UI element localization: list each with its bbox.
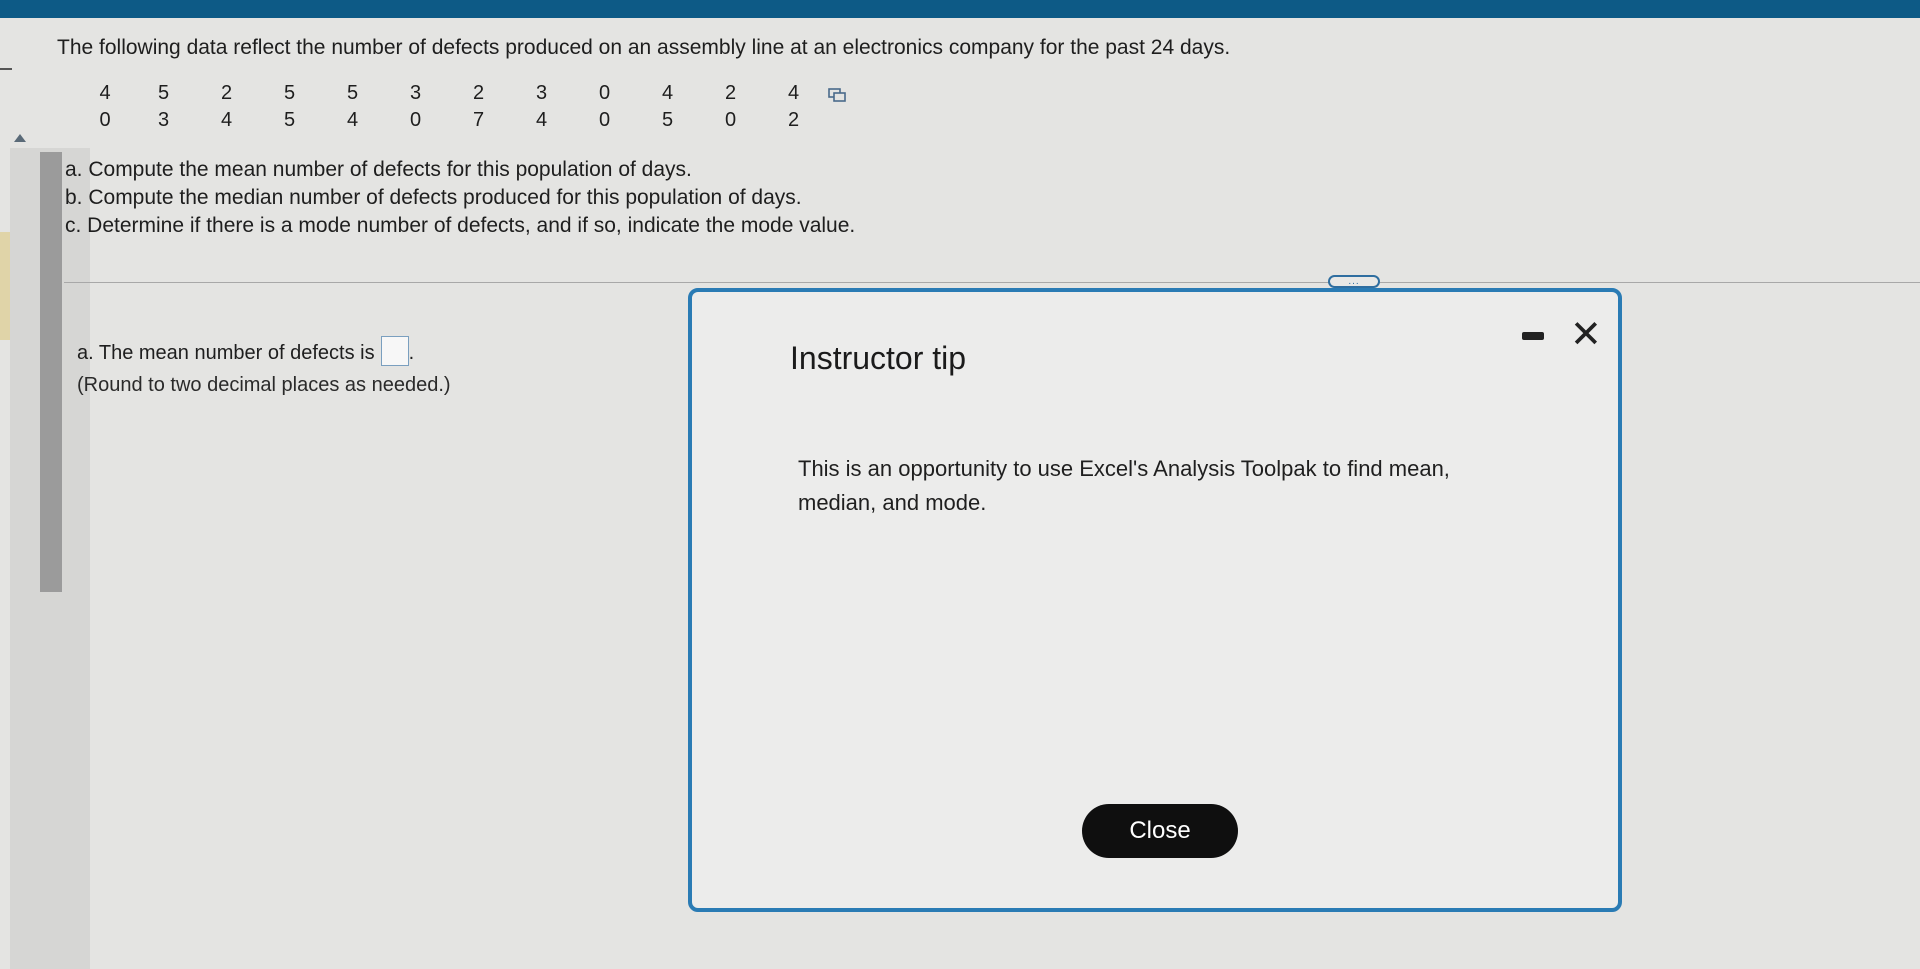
left-dash [0,68,12,70]
data-row-1: 4 5 2 5 5 3 2 3 0 4 2 4 [78,80,825,107]
data-cell: 4 [220,109,233,131]
data-cell: 5 [283,109,296,131]
data-row-2: 0 3 4 5 4 0 7 4 0 5 0 2 [78,107,825,134]
data-cell: 2 [472,82,485,104]
data-cell: 0 [598,82,611,104]
part-b-text: b. Compute the median number of defects … [65,186,802,209]
top-bar [0,0,1920,18]
data-cell: 2 [787,109,800,131]
question-parts: a. Compute the mean number of defects fo… [65,156,855,240]
data-cell: 5 [157,82,170,104]
section-divider [64,282,1920,283]
resize-handle[interactable]: ... [1328,275,1380,288]
dialog-title: Instructor tip [790,340,967,376]
copy-data-icon[interactable] [828,88,846,102]
mean-answer-input[interactable] [380,336,409,366]
close-button[interactable]: Close [1082,804,1238,858]
data-cell: 4 [787,82,800,104]
answer-prompt: a. The mean number of defects is [77,342,375,364]
answer-section: a. The mean number of defects is. (Round… [77,336,451,401]
data-cell: 0 [409,109,422,131]
scroll-up-arrow-icon[interactable] [14,134,26,142]
part-c-text: c. Determine if there is a mode number o… [65,214,856,237]
data-cell: 5 [346,82,359,104]
scrollbar-thumb[interactable] [40,152,62,592]
answer-suffix: . [408,342,415,364]
defects-data-table: 4 5 2 5 5 3 2 3 0 4 2 4 0 3 4 5 4 0 7 4 … [78,80,825,134]
close-icon[interactable]: ✕ [1570,312,1602,357]
data-cell: 3 [535,82,548,104]
data-cell: 4 [99,82,111,104]
data-cell: 0 [598,109,611,131]
data-cell: 2 [724,82,737,104]
rounding-note: (Round to two decimal places as needed.) [77,374,451,396]
part-a-text: a. Compute the mean number of defects fo… [65,158,692,181]
question-intro: The following data reflect the number of… [57,36,1231,59]
data-cell: 5 [661,109,674,131]
data-cell: 3 [157,109,170,131]
data-cell: 7 [472,109,485,131]
instructor-tip-dialog: Instructor tip ✕ This is an opportunity … [688,288,1622,912]
data-cell: 0 [99,109,111,131]
data-cell: 3 [409,82,422,104]
minimize-icon[interactable] [1522,332,1544,340]
data-cell: 4 [535,109,548,131]
dialog-body-text: This is an opportunity to use Excel's An… [798,456,1450,515]
data-cell: 5 [283,82,296,104]
data-cell: 4 [346,109,359,131]
data-cell: 2 [220,82,233,104]
data-cell: 0 [724,109,737,131]
data-cell: 4 [661,82,674,104]
